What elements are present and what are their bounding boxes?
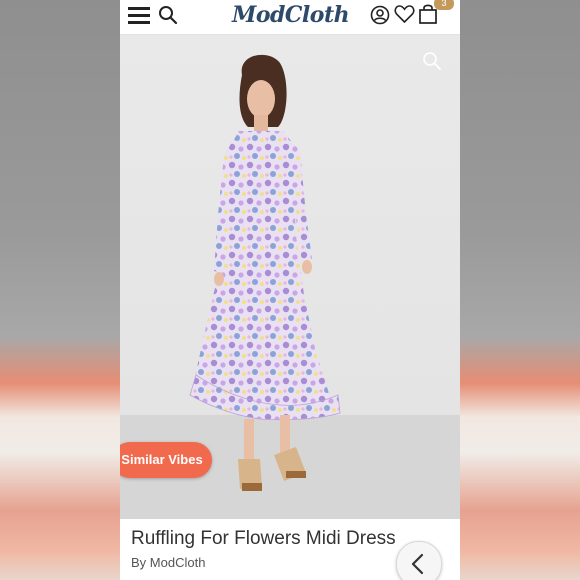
- search-icon[interactable]: [158, 5, 178, 25]
- account-icon[interactable]: [370, 5, 390, 25]
- back-button[interactable]: [396, 541, 442, 580]
- top-nav-bar: ModCloth 3: [120, 0, 460, 35]
- brand-byline[interactable]: By ModCloth: [131, 555, 205, 570]
- brand-logo[interactable]: ModCloth: [232, 2, 350, 28]
- product-image[interactable]: Similar Vibes: [120, 35, 460, 519]
- hamburger-icon[interactable]: [128, 6, 150, 24]
- product-title: Ruffling For Flowers Midi Dress: [131, 528, 396, 549]
- cart-count-badge: 3: [434, 0, 454, 10]
- similar-vibes-button[interactable]: Similar Vibes: [120, 442, 212, 478]
- zoom-icon[interactable]: [422, 51, 442, 71]
- chevron-left-icon: [411, 553, 424, 575]
- mobile-page: ModCloth 3 Similar Vibes Ruffling For Fl…: [120, 0, 460, 580]
- heart-icon[interactable]: [394, 4, 415, 24]
